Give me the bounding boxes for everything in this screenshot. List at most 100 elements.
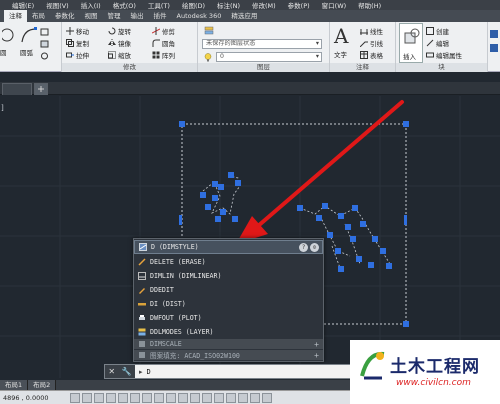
menu-format[interactable]: 格式(O) bbox=[113, 0, 136, 10]
scale-tool[interactable]: 缩放 bbox=[108, 49, 131, 60]
close-icon[interactable]: ✕ bbox=[108, 367, 115, 376]
search-web-icon[interactable]: ⊙ bbox=[310, 243, 319, 252]
lock-icon[interactable] bbox=[250, 392, 260, 403]
lineweight-toggle-icon[interactable] bbox=[166, 392, 176, 403]
linear-dim-label: 线性 bbox=[370, 27, 383, 36]
region-icon[interactable] bbox=[40, 50, 49, 61]
autocomplete-item-text: DWFOUT (PLOT) bbox=[150, 314, 202, 322]
edit-attributes-icon bbox=[426, 52, 434, 57]
copy-tool[interactable]: 复制 bbox=[66, 37, 89, 48]
menu-modify[interactable]: 修改(M) bbox=[252, 0, 276, 10]
move-tool[interactable]: 移动 bbox=[66, 25, 89, 36]
autocomplete-section-hatch[interactable]: 图案填充: ACAD_ISO02W100 + bbox=[134, 350, 323, 360]
menu-insert[interactable]: 插入(I) bbox=[81, 0, 101, 10]
autocomplete-section-dimscale[interactable]: DIMSCALE + bbox=[134, 339, 323, 349]
stretch-tool[interactable]: 拉伸 bbox=[66, 49, 89, 60]
help-icon[interactable]: ? bbox=[299, 243, 308, 252]
autocomplete-item-delete[interactable]: DELETE (ERASE) bbox=[134, 255, 323, 269]
transparency-toggle-icon[interactable] bbox=[178, 392, 188, 403]
create-block-tool[interactable]: 创建 bbox=[426, 25, 449, 36]
layout-tab-1[interactable]: 布局1 bbox=[0, 380, 29, 390]
current-layer-dropdown[interactable]: 0 bbox=[216, 52, 322, 62]
layer-state-dropdown[interactable]: 未保存的图层状态 bbox=[202, 39, 322, 49]
tab-featured-apps[interactable]: 精选应用 bbox=[226, 10, 262, 22]
rotate-label: 旋转 bbox=[118, 27, 131, 36]
polar-toggle-icon[interactable] bbox=[106, 392, 116, 403]
ortho-toggle-icon[interactable] bbox=[94, 392, 104, 403]
grid-toggle-icon[interactable] bbox=[82, 392, 92, 403]
menu-view[interactable]: 视图(V) bbox=[46, 0, 69, 10]
ducs-toggle-icon[interactable] bbox=[142, 392, 152, 403]
rectangle-icon[interactable] bbox=[40, 26, 49, 37]
autocomplete-item-dimstyle[interactable]: D (DIMSTYLE) ? ⊙ bbox=[134, 240, 323, 254]
isolate-icon[interactable] bbox=[262, 392, 272, 403]
otrack-toggle-icon[interactable] bbox=[130, 392, 140, 403]
menu-edit[interactable]: 编辑(E) bbox=[12, 0, 34, 10]
workspace-icon[interactable] bbox=[238, 392, 248, 403]
arc-button[interactable]: 圆弧 bbox=[20, 46, 33, 57]
arc-tool-icon[interactable] bbox=[20, 26, 38, 44]
edit-block-tool[interactable]: 编辑 bbox=[426, 37, 449, 48]
osnap-toggle-icon[interactable] bbox=[118, 392, 128, 403]
insert-block-button[interactable]: 插入 bbox=[399, 23, 423, 63]
edit-attributes-tool[interactable]: 编辑属性 bbox=[426, 49, 462, 60]
fillet-label: 圆角 bbox=[162, 39, 175, 48]
array-tool[interactable]: 阵列 bbox=[152, 49, 175, 60]
circle-button[interactable]: 圆 bbox=[0, 46, 7, 57]
wrench-icon[interactable]: 🔧 bbox=[122, 367, 132, 376]
dyn-toggle-icon[interactable] bbox=[154, 392, 164, 403]
menu-parametric[interactable]: 参数(P) bbox=[288, 0, 310, 10]
tab-autodesk-360[interactable]: Autodesk 360 bbox=[172, 10, 227, 22]
hatch-icon[interactable] bbox=[40, 38, 49, 49]
autocomplete-item-ddedit[interactable]: DDEDIT bbox=[134, 283, 323, 297]
tab-manage[interactable]: 管理 bbox=[103, 10, 126, 22]
dimlinear-icon bbox=[138, 272, 146, 280]
menu-tools[interactable]: 工具(T) bbox=[148, 0, 170, 10]
modify-group: 移动 旋转 修剪 复制 镜像 圆角 拉伸 缩放 阵列 修改 bbox=[62, 22, 198, 72]
erase-icon bbox=[138, 258, 146, 266]
menu-dimension[interactable]: 标注(N) bbox=[217, 0, 240, 10]
quick-properties-icon[interactable] bbox=[190, 392, 200, 403]
trim-tool[interactable]: 修剪 bbox=[152, 25, 175, 36]
mirror-tool[interactable]: 镜像 bbox=[108, 37, 131, 48]
command-input[interactable] bbox=[146, 367, 267, 376]
circle-tool-icon[interactable] bbox=[2, 26, 16, 44]
menu-window[interactable]: 窗口(W) bbox=[322, 0, 347, 10]
annotation-scale-icon[interactable] bbox=[226, 392, 236, 403]
expand-icon[interactable]: + bbox=[314, 351, 319, 360]
leader-icon bbox=[360, 41, 368, 47]
autocomplete-item-dwfout[interactable]: DWFOUT (PLOT) bbox=[134, 311, 323, 325]
next-panel-icon[interactable] bbox=[488, 24, 500, 60]
text-button[interactable]: 文字 bbox=[334, 48, 347, 59]
model-space-icon[interactable] bbox=[214, 392, 224, 403]
fillet-icon bbox=[152, 39, 160, 47]
autocomplete-item-dist[interactable]: DI (DIST) bbox=[134, 297, 323, 311]
autocomplete-item-text: DDLMODES (LAYER) bbox=[150, 328, 214, 336]
fillet-tool[interactable]: 圆角 bbox=[152, 37, 175, 48]
menu-help[interactable]: 帮助(H) bbox=[358, 0, 381, 10]
tab-annotate[interactable]: 注释 bbox=[4, 10, 27, 22]
autocomplete-item-dimlin[interactable]: DIMLIN (DIMLINEAR) bbox=[134, 269, 323, 283]
selection-cycling-icon[interactable] bbox=[202, 392, 212, 403]
autocomplete-item-ddlmodes[interactable]: DDLMODES (LAYER) bbox=[134, 325, 323, 339]
tab-plugins[interactable]: 插件 bbox=[149, 10, 172, 22]
tab-output[interactable]: 输出 bbox=[126, 10, 149, 22]
leader-tool[interactable]: 引线 bbox=[360, 37, 383, 48]
layer-properties-icon[interactable] bbox=[204, 25, 214, 36]
create-block-icon bbox=[426, 26, 434, 35]
text-icon[interactable]: A bbox=[334, 24, 348, 48]
menu-draw[interactable]: 绘图(D) bbox=[182, 0, 205, 10]
tab-view[interactable]: 视图 bbox=[80, 10, 103, 22]
layout-tab-2[interactable]: 布局2 bbox=[28, 380, 57, 390]
mirror-label: 镜像 bbox=[118, 39, 131, 48]
linear-dim-tool[interactable]: 线性 bbox=[360, 25, 383, 36]
tab-layout[interactable]: 布局 bbox=[27, 10, 50, 22]
table-tool[interactable]: 表格 bbox=[360, 49, 383, 60]
tab-parametric[interactable]: 参数化 bbox=[50, 10, 80, 22]
edit-block-icon bbox=[426, 39, 434, 46]
expand-icon[interactable]: + bbox=[314, 340, 319, 349]
new-tab-button[interactable] bbox=[34, 83, 48, 95]
drawing-file-tab[interactable] bbox=[2, 83, 32, 95]
rotate-tool[interactable]: 旋转 bbox=[108, 25, 131, 36]
snap-toggle-icon[interactable] bbox=[70, 392, 80, 403]
